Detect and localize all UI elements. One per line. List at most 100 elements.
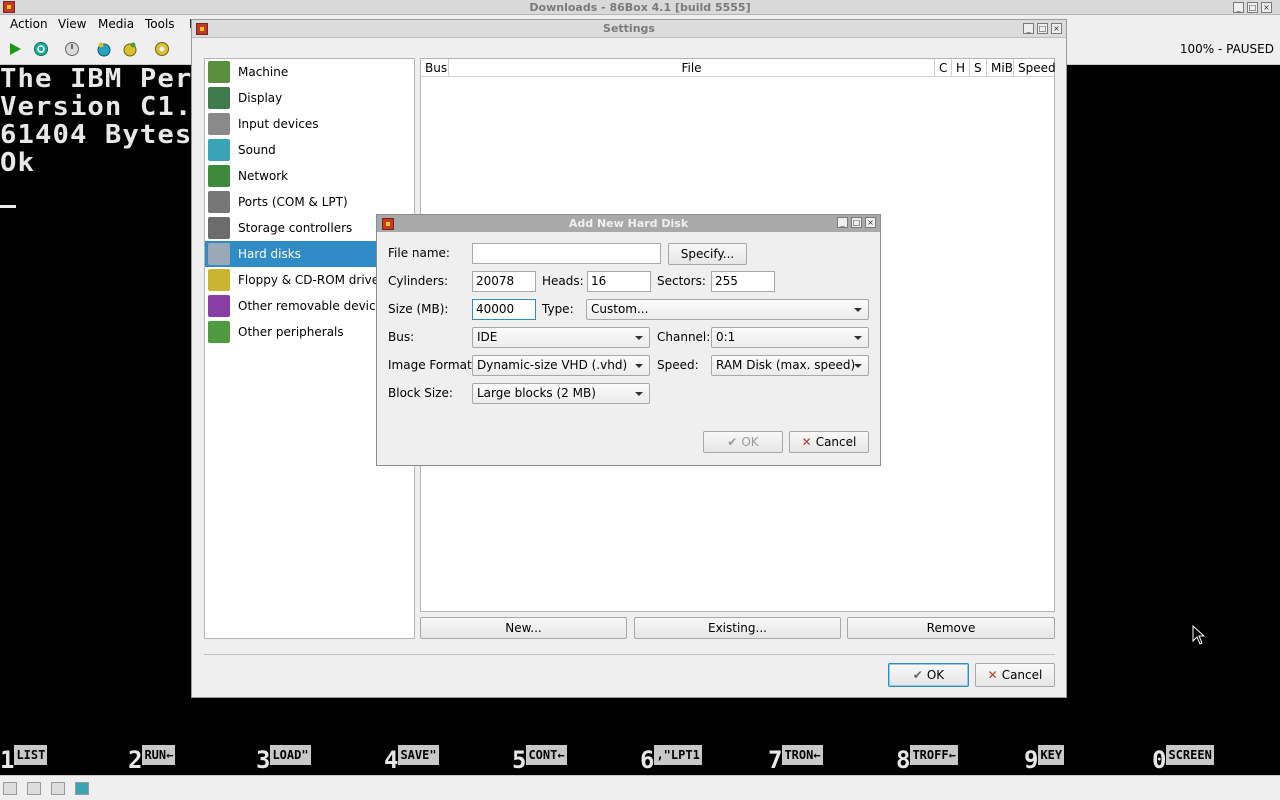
cancel-icon: ✕ bbox=[801, 435, 812, 449]
category-label: Other peripherals bbox=[238, 325, 344, 339]
chevron-down-icon bbox=[635, 364, 643, 368]
add-disk-ok-button[interactable]: ✔ OK bbox=[703, 431, 783, 453]
category-label: Sound bbox=[238, 143, 276, 157]
column-speed[interactable]: Speed bbox=[1014, 59, 1056, 77]
existing-disk-button[interactable]: Existing... bbox=[634, 617, 841, 639]
block-size-select[interactable]: Large blocks (2 MB) bbox=[472, 383, 650, 404]
file-name-label: File name: bbox=[388, 246, 450, 260]
heads-label: Heads: bbox=[542, 274, 584, 288]
menu-action[interactable]: Action bbox=[10, 15, 48, 33]
category-display[interactable]: Display bbox=[205, 85, 414, 111]
close-button[interactable]: × bbox=[1261, 2, 1272, 13]
column-cylinders[interactable]: C bbox=[935, 59, 952, 77]
reset-icon[interactable] bbox=[31, 39, 51, 59]
sound-status-icon[interactable] bbox=[75, 782, 89, 795]
main-titlebar[interactable]: Downloads - 86Box 4.1 [build 5555] _ □ × bbox=[0, 0, 1280, 15]
chevron-down-icon bbox=[635, 336, 643, 340]
size-field[interactable]: 40000 bbox=[472, 299, 536, 320]
speaker-icon bbox=[208, 139, 230, 161]
category-label: Floppy & CD-ROM drives bbox=[238, 273, 386, 287]
new-disk-button[interactable]: New... bbox=[420, 617, 627, 639]
channel-select[interactable]: 0:1 bbox=[711, 327, 869, 348]
cylinders-field[interactable]: 20078 bbox=[472, 271, 536, 292]
bus-select[interactable]: IDE bbox=[472, 327, 650, 348]
settings-title: Settings bbox=[603, 22, 655, 35]
floppy-drive-icon[interactable] bbox=[27, 782, 41, 795]
maximize-button[interactable]: □ bbox=[1247, 2, 1258, 13]
floppy-cdrom-icon bbox=[208, 269, 230, 291]
function-key-bar: 1 LIST 2 RUN← 3 LOAD" 4 SAVE" 5 CONT← 6 ,"LPT1… bbox=[0, 745, 1280, 775]
settings-ok-button[interactable]: ✔ OK bbox=[888, 663, 969, 687]
close-button[interactable]: × bbox=[1051, 23, 1062, 34]
category-network[interactable]: Network bbox=[205, 163, 414, 189]
settings-icon[interactable] bbox=[152, 39, 172, 59]
category-label: Input devices bbox=[238, 117, 319, 131]
menu-media[interactable]: Media bbox=[98, 15, 134, 33]
category-label: Hard disks bbox=[238, 247, 301, 261]
text-cursor bbox=[0, 205, 16, 208]
heads-field[interactable]: 16 bbox=[587, 271, 651, 292]
fkey-0: 0 SCREEN bbox=[1152, 745, 1214, 774]
type-label: Type: bbox=[542, 302, 574, 316]
close-button[interactable]: × bbox=[865, 217, 876, 228]
add-disk-cancel-button[interactable]: ✕ Cancel bbox=[789, 431, 869, 453]
screen-line: Version C1.0 bbox=[0, 92, 210, 122]
fkey-1: 1 LIST bbox=[0, 745, 48, 774]
category-ports[interactable]: Ports (COM & LPT) bbox=[205, 189, 414, 215]
chevron-down-icon bbox=[854, 308, 862, 312]
minimize-button[interactable]: _ bbox=[1023, 23, 1034, 34]
fkey-9: 9 KEY bbox=[1024, 745, 1065, 774]
cylinders-label: Cylinders: bbox=[388, 274, 448, 288]
category-label: Network bbox=[238, 169, 289, 183]
ok-icon: ✔ bbox=[912, 668, 923, 682]
specify-button[interactable]: Specify... bbox=[668, 243, 747, 265]
fkey-2: 2 RUN← bbox=[128, 745, 176, 774]
sectors-field[interactable]: 255 bbox=[711, 271, 775, 292]
column-mib[interactable]: MiB bbox=[987, 59, 1014, 77]
remove-disk-button[interactable]: Remove bbox=[847, 617, 1055, 639]
bus-label: Bus: bbox=[388, 330, 415, 344]
image-format-select[interactable]: Dynamic-size VHD (.vhd) bbox=[472, 355, 650, 376]
menu-view[interactable]: View bbox=[58, 15, 86, 33]
column-heads[interactable]: H bbox=[952, 59, 970, 77]
play-icon[interactable] bbox=[5, 39, 25, 59]
category-label: Ports (COM & LPT) bbox=[238, 195, 348, 209]
port-icon bbox=[208, 191, 230, 213]
settings-titlebar[interactable]: Settings _ □ × bbox=[192, 20, 1066, 38]
category-label: Other removable devices bbox=[238, 299, 390, 313]
maximize-button[interactable]: □ bbox=[1037, 23, 1048, 34]
add-hard-disk-title: Add New Hard Disk bbox=[568, 217, 689, 230]
floppy-drive-icon[interactable] bbox=[3, 782, 17, 795]
ctrl-alt-del-icon[interactable] bbox=[94, 39, 114, 59]
minimize-button[interactable]: _ bbox=[1233, 2, 1244, 13]
category-sound[interactable]: Sound bbox=[205, 137, 414, 163]
storage-icon bbox=[208, 217, 230, 239]
ok-icon: ✔ bbox=[727, 435, 738, 449]
speed-select[interactable]: RAM Disk (max. speed) bbox=[711, 355, 869, 376]
column-sectors[interactable]: S bbox=[970, 59, 987, 77]
ctrl-alt-esc-icon[interactable] bbox=[120, 39, 140, 59]
settings-cancel-button[interactable]: ✕ Cancel bbox=[975, 663, 1055, 687]
block-size-label: Block Size: bbox=[388, 386, 453, 400]
cancel-icon: ✕ bbox=[987, 668, 998, 682]
add-hard-disk-dialog: Add New Hard Disk _ □ × File name: Speci… bbox=[376, 214, 881, 466]
fkey-3: 3 LOAD" bbox=[256, 745, 311, 774]
peripheral-icon bbox=[208, 321, 230, 343]
removable-icon bbox=[208, 295, 230, 317]
power-icon[interactable] bbox=[62, 39, 82, 59]
column-file[interactable]: File bbox=[449, 59, 935, 77]
category-label: Machine bbox=[238, 65, 289, 79]
screen-line: The IBM Pers bbox=[0, 65, 210, 94]
category-machine[interactable]: Machine bbox=[205, 59, 414, 85]
file-name-field[interactable] bbox=[472, 243, 661, 264]
fkey-6: 6 ,"LPT1 bbox=[640, 745, 702, 774]
maximize-button[interactable]: □ bbox=[851, 217, 862, 228]
category-input-devices[interactable]: Input devices bbox=[205, 111, 414, 137]
main-window-title: Downloads - 86Box 4.1 [build 5555] bbox=[529, 1, 751, 14]
minimize-button[interactable]: _ bbox=[837, 217, 848, 228]
type-select[interactable]: Custom... bbox=[586, 299, 869, 320]
add-hard-disk-titlebar[interactable]: Add New Hard Disk _ □ × bbox=[377, 215, 880, 232]
hard-disk-status-icon[interactable] bbox=[51, 782, 65, 795]
column-bus[interactable]: Bus bbox=[421, 59, 449, 77]
menu-tools[interactable]: Tools bbox=[145, 15, 175, 33]
